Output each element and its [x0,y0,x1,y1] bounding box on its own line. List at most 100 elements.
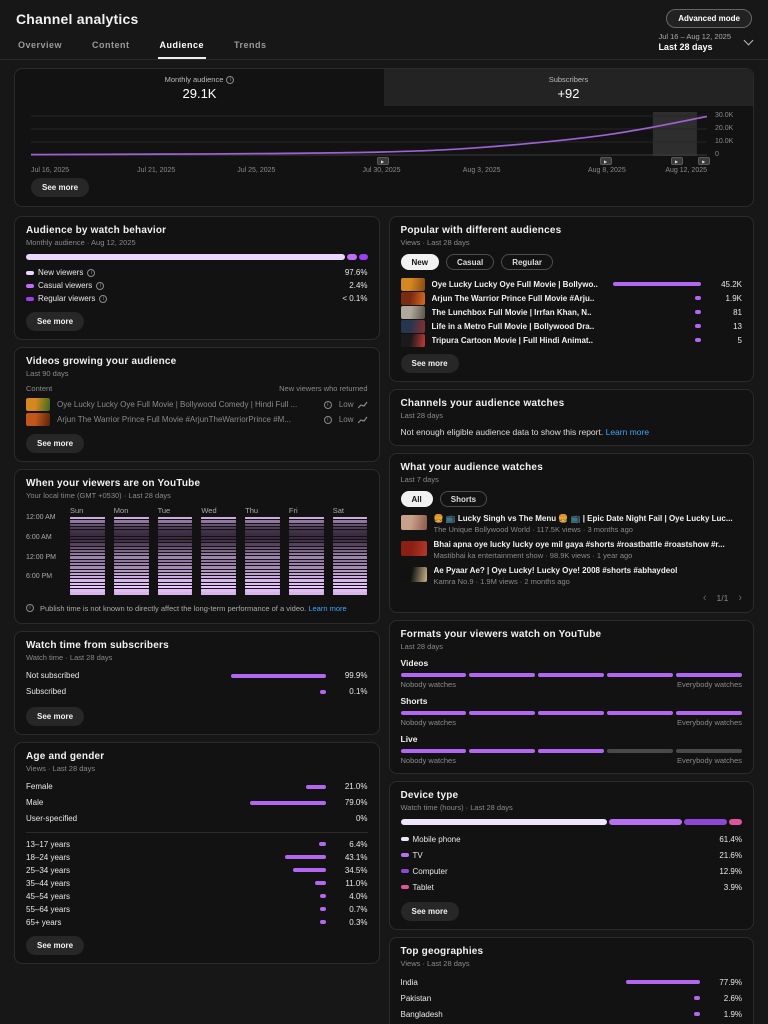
heatmap-cell[interactable] [113,572,149,576]
heatmap-cell[interactable] [70,539,105,543]
heatmap-cell[interactable] [288,562,324,566]
heatmap-cell[interactable] [245,576,280,579]
heatmap-cell[interactable] [288,543,324,546]
metric-card-monthly-audience[interactable]: Monthly audience 29.1K [15,69,384,106]
heatmap-cell[interactable] [70,589,105,592]
video-marker-icon[interactable] [376,157,389,165]
heatmap-cell[interactable] [288,536,324,540]
heatmap-cell[interactable] [113,592,149,595]
next-page-icon[interactable]: › [738,592,742,604]
heatmap-cell[interactable] [157,517,193,520]
heatmap-cell[interactable] [332,562,368,566]
heatmap-cell[interactable] [70,576,105,579]
heatmap-cell[interactable] [245,585,280,589]
heatmap-cell[interactable] [113,549,149,553]
heatmap-cell[interactable] [201,553,237,556]
heatmap-cell[interactable] [157,536,193,540]
heatmap-cell[interactable] [70,543,105,546]
heatmap-cell[interactable] [157,592,193,595]
heatmap-cell[interactable] [113,553,149,556]
heatmap-cell[interactable] [288,517,324,520]
chip-all[interactable]: All [400,491,433,507]
heatmap-cell[interactable] [332,536,368,540]
table-row[interactable]: Oye Lucky Lucky Oye Full Movie | Bollywo… [26,397,368,412]
heatmap-cell[interactable] [70,579,105,582]
heatmap-cell[interactable] [245,536,280,540]
heatmap-cell[interactable] [288,539,324,543]
heatmap-cell[interactable] [288,526,324,530]
heatmap-cell[interactable] [113,536,149,540]
tab-content[interactable]: Content [90,32,132,59]
heatmap-cell[interactable] [288,559,324,563]
heatmap-cell[interactable] [245,582,280,586]
heatmap-cell[interactable] [332,556,368,559]
heatmap-cell[interactable] [288,556,324,559]
heatmap-cell[interactable] [70,585,105,589]
heatmap-cell[interactable] [157,546,193,549]
heatmap-cell[interactable] [201,562,237,566]
heatmap-cell[interactable] [201,517,237,520]
heatmap-cell[interactable] [332,526,368,530]
heatmap-cell[interactable] [245,566,280,569]
heatmap-cell[interactable] [332,517,368,520]
heatmap-cell[interactable] [332,533,368,536]
tab-trends[interactable]: Trends [232,32,269,59]
chip-regular[interactable]: Regular [501,254,553,270]
heatmap-cell[interactable] [332,582,368,586]
heatmap-cell[interactable] [70,556,105,559]
heatmap-cell[interactable] [201,559,237,563]
see-more-button[interactable]: See more [26,706,85,726]
heatmap-cell[interactable] [157,585,193,589]
heatmap-cell[interactable] [288,585,324,589]
table-row[interactable]: Bhai apna oye lucky lucky oye mil gaya #… [400,540,743,560]
heatmap-cell[interactable] [157,526,193,530]
heatmap-cell[interactable] [245,539,280,543]
heatmap-cell[interactable] [70,533,105,536]
heatmap-cell[interactable] [332,523,368,526]
chip-casual[interactable]: Casual [445,254,495,270]
heatmap-cell[interactable] [201,592,237,595]
table-row[interactable]: The Lunchbox Full Movie | Irrfan Khan, N… [400,305,742,319]
heatmap-cell[interactable] [113,526,149,530]
see-more-button[interactable]: See more [400,902,459,921]
heatmap-cell[interactable] [332,546,368,549]
heatmap-cell[interactable] [332,569,368,572]
table-row[interactable]: 🍔 📺 Lucky Singh vs The Menu 🍔 📺 | Epic D… [400,514,743,534]
heatmap-cell[interactable] [113,556,149,559]
chip-new[interactable]: New [400,254,439,270]
table-row[interactable]: Oye Lucky Lucky Oye Full Movie | Bollywo… [400,277,742,291]
heatmap-cell[interactable] [113,562,149,566]
heatmap-cell[interactable] [201,546,237,549]
heatmap-cell[interactable] [70,582,105,586]
heatmap-cell[interactable] [201,572,237,576]
heatmap-cell[interactable] [201,589,237,592]
heatmap-cell[interactable] [245,572,280,576]
heatmap-cell[interactable] [201,539,237,543]
heatmap-cell[interactable] [288,523,324,526]
heatmap-cell[interactable] [332,559,368,563]
heatmap-cell[interactable] [332,589,368,592]
heatmap-cell[interactable] [201,543,237,546]
heatmap-cell[interactable] [245,546,280,549]
heatmap-cell[interactable] [113,589,149,592]
heatmap-cell[interactable] [113,546,149,549]
chip-shorts[interactable]: Shorts [439,491,488,507]
heatmap-cell[interactable] [70,546,105,549]
see-more-button[interactable]: See more [31,178,90,197]
heatmap-cell[interactable] [288,592,324,595]
heatmap-cell[interactable] [157,579,193,582]
heatmap-cell[interactable] [113,533,149,536]
heatmap-cell[interactable] [201,536,237,540]
heatmap-cell[interactable] [157,556,193,559]
heatmap-cell[interactable] [157,520,193,523]
heatmap-cell[interactable] [288,569,324,572]
heatmap-cell[interactable] [245,543,280,546]
see-more-button[interactable]: See more [26,312,85,331]
heatmap-cell[interactable] [70,517,105,520]
table-row[interactable]: Arjun The Warrior Prince Full Movie #Arj… [26,412,368,427]
heatmap-cell[interactable] [70,562,105,566]
table-row[interactable]: Ae Pyaar Ae? | Oye Lucky! Lucky Oye! 200… [400,566,743,586]
heatmap-cell[interactable] [245,579,280,582]
heatmap-cell[interactable] [201,579,237,582]
heatmap-cell[interactable] [288,549,324,553]
